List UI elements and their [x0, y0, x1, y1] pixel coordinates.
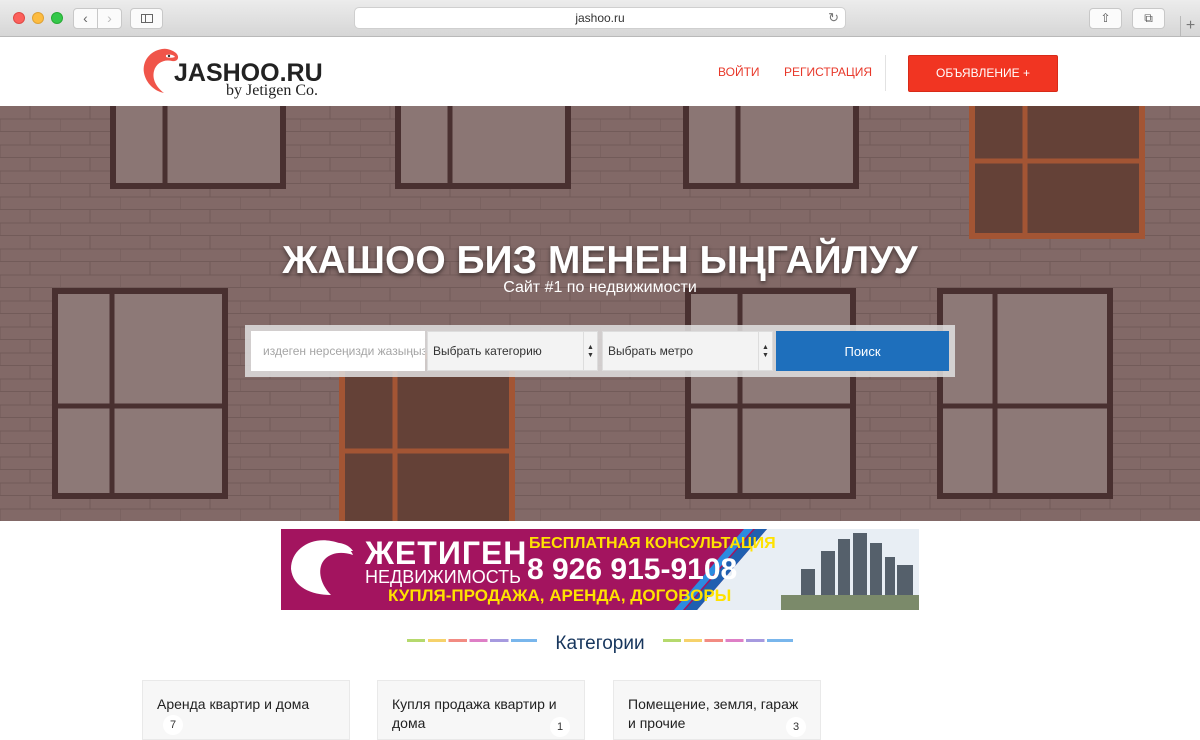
select-arrows-icon: ▲ ▼: [758, 332, 772, 370]
register-link[interactable]: РЕГИСТРАЦИЯ: [784, 65, 872, 79]
logo-subtitle: by Jetigen Co.: [226, 82, 318, 99]
chevron-left-icon: ‹: [83, 10, 88, 26]
search-input[interactable]: [251, 331, 425, 371]
browser-toolbar: ‹ › jashoo.ru ↻ ⇧ ⧉ +: [0, 0, 1200, 37]
sidebar-toggle-button[interactable]: [130, 8, 163, 29]
site-logo[interactable]: JASHOO.RU by Jetigen Co.: [142, 45, 342, 101]
share-icon: ⇧: [1100, 11, 1111, 25]
category-card[interactable]: Помещение, земля, гараж и прочие 3: [613, 680, 821, 740]
category-select[interactable]: Выбрать категорию ▲ ▼: [427, 331, 598, 371]
category-count-badge: 1: [550, 717, 570, 737]
new-tab-button[interactable]: +: [1180, 16, 1200, 37]
metro-select[interactable]: Выбрать метро ▲ ▼: [602, 331, 773, 371]
select-arrows-icon: ▲ ▼: [583, 332, 597, 370]
banner-services: КУПЛЯ-ПРОДАЖА, АРЕНДА, ДОГОВОРЫ: [388, 586, 732, 605]
reload-icon[interactable]: ↻: [828, 8, 839, 28]
search-button[interactable]: Поиск: [776, 331, 949, 371]
category-card[interactable]: Купля продажа квартир и дома 1: [377, 680, 585, 740]
plus-icon: +: [1185, 17, 1196, 34]
hero-subtitle: Сайт #1 по недвижимости: [503, 279, 697, 296]
ad-banner[interactable]: ЖЕТИГЕН НЕДВИЖИМОСТЬ БЕСПЛАТНАЯ КОНСУЛЬТ…: [281, 529, 919, 610]
category-count-badge: 7: [163, 715, 183, 735]
back-button[interactable]: ‹: [73, 8, 98, 29]
site-header: JASHOO.RU by Jetigen Co. ВОЙТИ РЕГИСТРАЦ…: [0, 37, 1200, 106]
category-label: Аренда квартир и дома: [157, 696, 310, 712]
category-select-value: Выбрать категорию: [433, 344, 542, 358]
share-button[interactable]: ⇧: [1089, 8, 1122, 29]
decorative-divider: [663, 639, 793, 642]
post-ad-button[interactable]: ОБЪЯВЛЕНИЕ +: [908, 55, 1058, 92]
chevron-right-icon: ›: [107, 10, 112, 26]
search-form: Выбрать категорию ▲▼ Выбрать метро ▲▼ По…: [245, 325, 955, 377]
show-tabs-button[interactable]: ⧉: [1132, 8, 1165, 29]
url-text: jashoo.ru: [575, 11, 625, 25]
zoom-window-button[interactable]: [51, 12, 63, 24]
login-link[interactable]: ВОЙТИ: [718, 65, 760, 79]
category-label: Помещение, земля, гараж и прочие: [628, 696, 799, 731]
building-facade-background: [0, 106, 1200, 521]
banner-phone: 8 926 915-9108: [527, 553, 738, 586]
close-window-button[interactable]: [13, 12, 25, 24]
banner-brand-subtitle: НЕДВИЖИМОСТЬ: [365, 567, 521, 587]
hero-section: ЖАШОО БИЗ МЕНЕН ЫҢГАЙЛУУ Сайт #1 по недв…: [0, 106, 1200, 521]
nav-divider: [885, 55, 886, 91]
category-count-badge: 3: [786, 717, 806, 737]
tabs-icon: ⧉: [1144, 11, 1153, 25]
forward-button[interactable]: ›: [97, 8, 122, 29]
metro-select-value: Выбрать метро: [608, 344, 694, 358]
address-bar[interactable]: jashoo.ru ↻: [354, 7, 846, 29]
sidebar-icon: [141, 14, 153, 23]
hero-title: ЖАШОО БИЗ МЕНЕН ЫҢГАЙЛУУ: [282, 239, 918, 282]
category-label: Купля продажа квартир и дома: [392, 696, 557, 731]
banner-consult-text: БЕСПЛАТНАЯ КОНСУЛЬТАЦИЯ: [529, 535, 776, 552]
category-card[interactable]: Аренда квартир и дома 7: [142, 680, 350, 740]
categories-heading: Категории: [555, 633, 645, 654]
minimize-window-button[interactable]: [32, 12, 44, 24]
